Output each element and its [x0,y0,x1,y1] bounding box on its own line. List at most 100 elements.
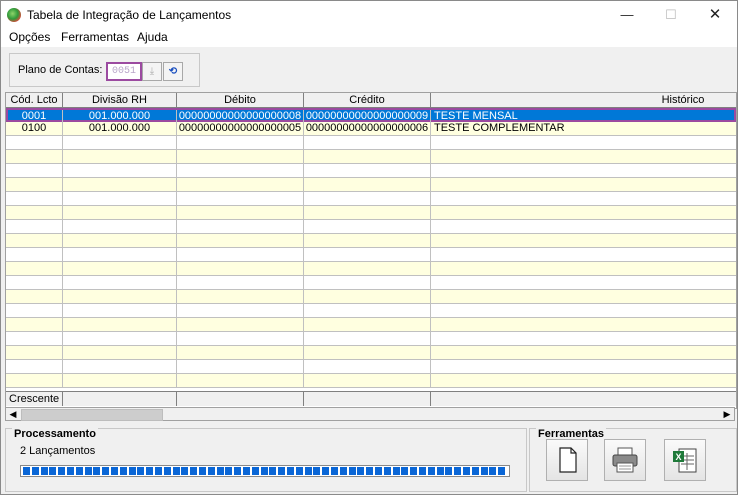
table-row[interactable] [6,136,736,150]
empty-cell [63,346,177,359]
progress-segment [260,467,268,475]
col-historico[interactable]: Histórico [431,93,736,107]
table-row[interactable] [6,374,736,388]
table-row[interactable] [6,318,736,332]
empty-cell [63,290,177,303]
new-document-button[interactable] [546,439,588,481]
table-row[interactable] [6,234,736,248]
processamento-group: Processamento 2 Lançamentos [5,428,527,492]
table-row[interactable] [6,178,736,192]
table-row[interactable] [6,332,736,346]
empty-cell [6,374,63,387]
maximize-button[interactable]: ☐ [653,5,689,25]
progress-segment [146,467,154,475]
empty-cell [177,290,304,303]
progress-segment [40,467,48,475]
plano-de-contas-input[interactable]: 0051 [106,62,142,81]
menu-opcoes[interactable]: Opções [9,30,50,44]
undo-icon[interactable]: ⟲ [163,62,183,81]
plano-de-contas-panel: Plano de Contas: 0051 ⤓ ⟲ [9,53,200,87]
progress-segment [295,467,303,475]
col-divisao-rh[interactable]: Divisão RH [63,93,177,107]
excel-export-icon: X [673,448,697,473]
progress-segment [58,467,66,475]
table-row[interactable]: 0100 001.000.000 00000000000000000005 00… [6,122,736,136]
empty-cell [304,192,431,205]
sort-order-label[interactable]: Crescente [6,392,63,406]
table-row[interactable] [6,150,736,164]
empty-cell [431,360,736,373]
empty-cell [6,262,63,275]
excel-export-button[interactable]: X [664,439,706,481]
empty-cell [177,248,304,261]
col-credito[interactable]: Crédito [304,93,431,107]
empty-cell [177,192,304,205]
progress-segment [111,467,118,475]
empty-cell [304,234,431,247]
empty-cell [63,150,177,163]
download-icon[interactable]: ⤓ [142,62,162,81]
scroll-right-icon[interactable]: ▶ [720,408,734,420]
progress-segment [75,467,83,475]
table-row[interactable] [6,164,736,178]
empty-cell [63,136,177,149]
empty-cell [63,192,177,205]
progress-segment [199,467,206,475]
ferramentas-group: Ferramentas X [529,428,737,492]
empty-cell [177,304,304,317]
empty-cell [63,248,177,261]
print-button[interactable] [604,439,646,481]
empty-cell [431,262,736,275]
close-button[interactable]: ✕ [697,5,733,25]
empty-cell [304,304,431,317]
col-cod-lcto[interactable]: Cód. Lcto [6,93,63,107]
progress-segment [84,467,92,475]
empty-cell [304,206,431,219]
empty-cell [304,220,431,233]
progress-segment [489,467,497,475]
progress-segment [313,467,321,475]
progress-segment [427,467,435,475]
table-row[interactable] [6,346,736,360]
progress-segment [419,467,426,475]
menu-bar: Opções Ferramentas Ajuda [1,29,737,47]
table-row[interactable] [6,304,736,318]
menu-ferramentas[interactable]: Ferramentas [61,30,129,44]
table-row[interactable] [6,248,736,262]
progress-segment [102,467,110,475]
menu-ajuda[interactable]: Ajuda [137,30,168,44]
table-row[interactable] [6,262,736,276]
empty-cell [63,304,177,317]
plano-de-contas-label: Plano de Contas: [18,64,103,76]
footer-cell [304,392,431,406]
table-row[interactable] [6,360,736,374]
empty-cell [63,164,177,177]
table-row[interactable] [6,192,736,206]
empty-cell [6,276,63,289]
empty-cell [304,360,431,373]
empty-cell [304,136,431,149]
progress-segment [278,467,286,475]
scroll-thumb[interactable] [21,409,163,421]
progress-segment [269,467,277,475]
table-row[interactable] [6,276,736,290]
progress-segment [366,467,374,475]
horizontal-scrollbar[interactable]: ◀ ▶ [5,407,735,421]
footer-cell [177,392,304,406]
empty-cell [431,136,736,149]
empty-cell [6,318,63,331]
scroll-left-icon[interactable]: ◀ [6,408,20,420]
minimize-button[interactable]: — [609,5,645,25]
main-window: Tabela de Integração de Lançamentos — ☐ … [0,0,738,495]
empty-cell [304,262,431,275]
processamento-title: Processamento [12,428,98,440]
progress-segment [339,467,347,475]
table-row[interactable]: 0001 001.000.000 00000000000000000008 00… [6,108,736,123]
empty-cell [177,276,304,289]
lancamentos-table[interactable]: Cód. Lcto Divisão RH Débito Crédito Hist… [5,92,737,409]
table-row[interactable] [6,206,736,220]
col-debito[interactable]: Débito [177,93,304,107]
table-row[interactable] [6,220,736,234]
table-row[interactable] [6,290,736,304]
empty-cell [431,220,736,233]
